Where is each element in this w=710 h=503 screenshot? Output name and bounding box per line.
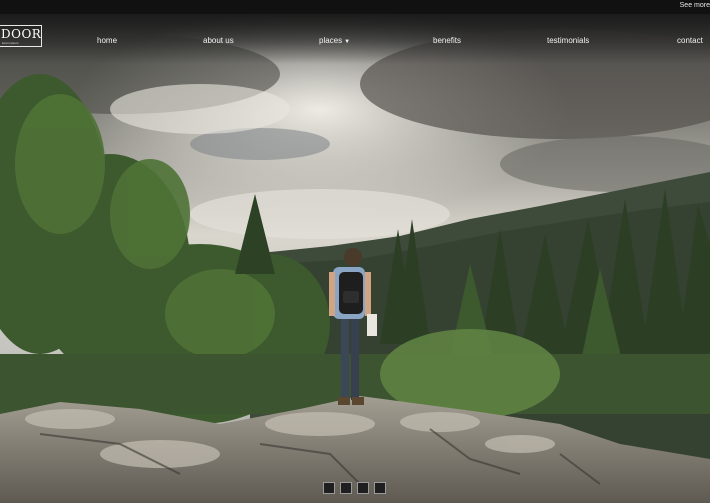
slider-dot-1[interactable] [323,482,335,494]
nav-item-places-label: places [319,36,343,45]
logo-text: DOOR [1,27,42,41]
slider-dot-4[interactable] [374,482,386,494]
nav-item-about-us[interactable]: about us [203,36,234,46]
hero-landscape-illustration [0,14,710,503]
slider-dot-3[interactable] [357,482,369,494]
nav-item-places[interactable]: places ▼ [319,36,350,47]
see-more-link[interactable]: See more [680,2,710,9]
top-bar: See more [0,0,710,14]
logo-subtext: lorem ipsum [2,41,19,45]
nav-item-contact[interactable]: contact [677,36,703,46]
main-navigation: DOOR lorem ipsum home about us places ▼ b… [0,14,710,64]
site-logo[interactable]: DOOR lorem ipsum [0,25,42,47]
nav-item-benefits[interactable]: benefits [433,36,461,46]
caret-down-icon: ▼ [344,39,351,45]
page: See more DOOR lorem ipsum home about us … [0,0,710,503]
slider-dot-2[interactable] [340,482,352,494]
nav-item-home[interactable]: home [97,36,117,46]
slider-pagination [323,482,386,495]
hero-image [0,14,710,503]
nav-item-testimonials[interactable]: testimonials [547,36,589,46]
